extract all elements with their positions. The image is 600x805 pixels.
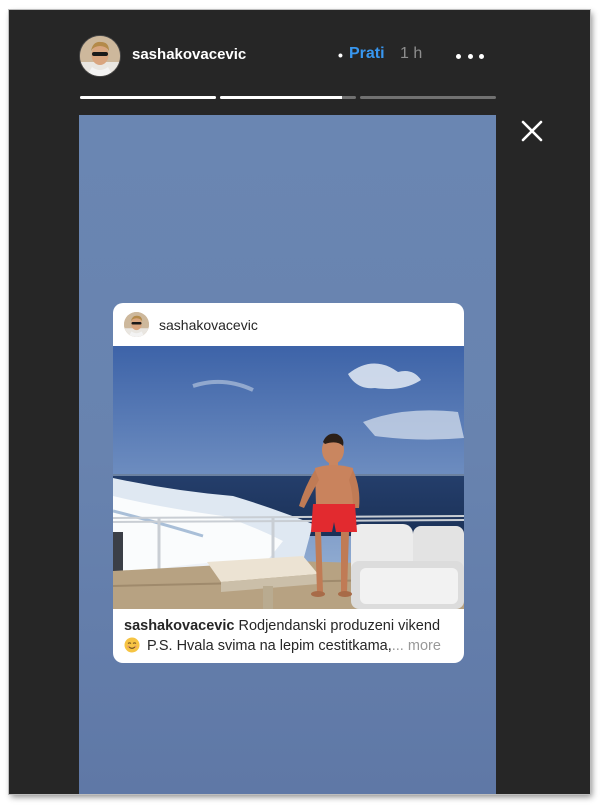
caption-text-line1: Rodjendanski produzeni vikend (234, 618, 441, 634)
caption-ellipsis: ... (391, 638, 404, 654)
story-progress-bars (80, 96, 496, 99)
shared-post-card[interactable]: sashakovacevic sashakovacevic Rodjendans… (113, 303, 464, 663)
follow-button[interactable]: Prati (349, 45, 385, 63)
more-link[interactable]: more (404, 638, 441, 654)
progress-segment (220, 96, 356, 99)
timestamp: 1 h (400, 45, 423, 62)
story-content[interactable]: sashakovacevic sashakovacevic Rodjendans… (79, 115, 496, 794)
progress-segment (360, 96, 496, 99)
shared-post-header: sashakovacevic (113, 303, 464, 347)
caption-text-line2: P.S. Hvala svima na lepim cestitkama, (143, 638, 392, 654)
progress-segment (80, 96, 216, 99)
post-photo (113, 346, 464, 609)
profile-photo (80, 36, 120, 76)
shared-post-username: sashakovacevic (159, 317, 258, 333)
post-caption: sashakovacevic Rodjendanski produzeni vi… (124, 616, 456, 656)
shared-post-avatar (124, 312, 149, 337)
close-icon[interactable] (519, 118, 545, 144)
avatar[interactable] (80, 36, 120, 76)
story-username[interactable]: sashakovacevic (132, 46, 246, 63)
smiling-face-icon (124, 637, 140, 653)
more-horizontal-icon[interactable] (456, 44, 484, 68)
story-header: sashakovacevic • Prati 1 h (80, 36, 500, 78)
separator-dot: • (338, 47, 343, 63)
caption-username[interactable]: sashakovacevic (124, 618, 234, 634)
